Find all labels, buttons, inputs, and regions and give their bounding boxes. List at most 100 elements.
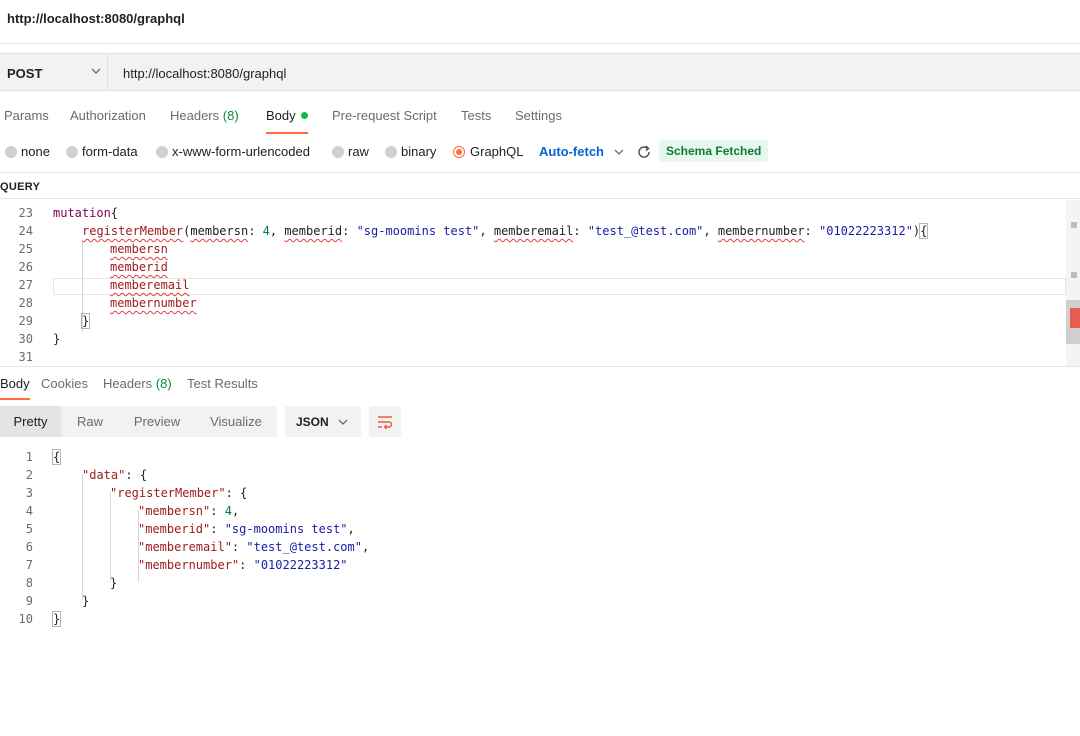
tab-settings-label: Settings xyxy=(515,108,562,123)
radio-form-data[interactable] xyxy=(66,146,78,158)
code-line: mutation{ xyxy=(53,206,118,220)
line-number: 6 xyxy=(25,540,33,554)
tab-pre-request-script[interactable]: Pre-request Script xyxy=(332,108,437,123)
arg-token: membersn xyxy=(190,224,249,238)
radio-urlencoded[interactable] xyxy=(156,146,168,158)
radio-binary[interactable] xyxy=(385,146,397,158)
json-brace: { xyxy=(139,468,148,482)
tab-cookies[interactable]: Cookies xyxy=(41,376,88,391)
tab-test-results[interactable]: Test Results xyxy=(187,376,258,391)
view-raw-button[interactable]: Raw xyxy=(61,406,119,437)
arg-token: membernumber xyxy=(717,224,805,238)
format-select[interactable]: JSON xyxy=(285,406,361,437)
line-number: 26 xyxy=(18,260,33,274)
tab-authorization[interactable]: Authorization xyxy=(70,108,146,123)
error-marker xyxy=(1070,308,1080,328)
response-headers-count: (8) xyxy=(155,376,172,391)
tab-tests-label: Tests xyxy=(461,108,492,123)
json-key: "membersn" xyxy=(138,504,211,518)
window-title: http://localhost:8080/graphql xyxy=(7,11,185,26)
tab-body[interactable]: Body xyxy=(266,108,308,134)
body-type-options: none form-data x-www-form-urlencoded raw… xyxy=(0,138,1080,166)
line-number: 25 xyxy=(18,242,33,256)
code-line: } xyxy=(80,313,91,329)
refresh-icon[interactable] xyxy=(636,144,652,160)
radio-raw-label[interactable]: raw xyxy=(348,144,369,159)
keyword-token: mutation xyxy=(53,206,111,220)
json-key: "memberemail" xyxy=(138,540,232,554)
tab-response-headers-label: Headers xyxy=(103,376,153,391)
json-line: "membernumber": "01022223312" xyxy=(138,558,348,572)
auto-fetch-toggle[interactable]: Auto-fetch xyxy=(539,144,604,159)
view-preview-button[interactable]: Preview xyxy=(119,406,195,437)
line-number: 10 xyxy=(18,612,33,626)
tab-test-results-label: Test Results xyxy=(187,376,258,391)
json-string: "test_@test.com" xyxy=(246,540,362,554)
tab-cookies-label: Cookies xyxy=(41,376,88,391)
line-number: 8 xyxy=(25,576,33,590)
current-line-highlight xyxy=(53,278,1066,295)
json-string: "sg-moomins test" xyxy=(224,522,348,536)
active-tab-underline xyxy=(266,132,308,134)
line-number: 9 xyxy=(25,594,33,608)
scroll-marker xyxy=(1071,272,1077,278)
tab-settings[interactable]: Settings xyxy=(515,108,562,123)
code-line: membersn xyxy=(110,242,168,256)
radio-graphql-label[interactable]: GraphQL xyxy=(470,144,523,159)
tab-params[interactable]: Params xyxy=(4,108,49,123)
line-number: 28 xyxy=(18,296,33,310)
editor-scrollbar[interactable] xyxy=(1066,200,1080,366)
json-line: "membersn": 4, xyxy=(138,504,240,518)
query-editor[interactable]: 23 mutation{ 24 registerMember(membersn:… xyxy=(0,200,1080,366)
radio-binary-label[interactable]: binary xyxy=(401,144,436,159)
radio-raw[interactable] xyxy=(332,146,344,158)
query-label: QUERY xyxy=(0,181,41,193)
line-number: 30 xyxy=(18,332,33,346)
method-select[interactable]: POST xyxy=(0,54,108,90)
json-line: "memberemail": "test_@test.com", xyxy=(138,540,370,554)
radio-graphql[interactable] xyxy=(453,146,465,158)
response-body-viewer[interactable]: 1 { 2 "data": { 3 "registerMember": { 4 … xyxy=(0,448,1080,638)
line-number: 2 xyxy=(25,468,33,482)
tab-response-body-label: Body xyxy=(0,376,30,391)
string-token: "01022223312" xyxy=(819,224,913,238)
line-number: 31 xyxy=(18,350,33,364)
radio-urlencoded-label[interactable]: x-www-form-urlencoded xyxy=(172,144,310,159)
view-pretty-button[interactable]: Pretty xyxy=(0,406,61,437)
json-key: "data" xyxy=(82,468,126,482)
chevron-down-icon[interactable] xyxy=(613,146,625,158)
wrap-lines-button[interactable] xyxy=(369,406,401,437)
line-number: 1 xyxy=(25,450,33,464)
json-line: } xyxy=(110,576,118,590)
indent-guide xyxy=(110,492,111,582)
active-tab-underline xyxy=(0,398,30,400)
json-string: "01022223312" xyxy=(253,558,348,572)
chevron-down-icon xyxy=(91,68,101,74)
code-line: memberid xyxy=(110,260,168,274)
radio-form-data-label[interactable]: form-data xyxy=(82,144,138,159)
json-line: "registerMember": { xyxy=(110,486,248,500)
url-input[interactable]: http://localhost:8080/graphql xyxy=(123,66,286,81)
json-line: } xyxy=(82,594,90,608)
radio-none[interactable] xyxy=(5,146,17,158)
indent-guide xyxy=(82,474,83,600)
tab-tests[interactable]: Tests xyxy=(461,108,491,123)
format-label: JSON xyxy=(296,415,329,429)
query-section-header: QUERY xyxy=(0,172,1080,199)
chevron-down-icon xyxy=(338,419,348,425)
headers-count: (8) xyxy=(222,108,239,123)
tab-params-label: Params xyxy=(4,108,49,123)
tab-response-headers[interactable]: Headers (8) xyxy=(103,376,172,391)
line-number: 5 xyxy=(25,522,33,536)
code-line: } xyxy=(53,332,61,346)
radio-none-label[interactable]: none xyxy=(21,144,50,159)
json-brace: { xyxy=(240,486,248,500)
tab-headers[interactable]: Headers (8) xyxy=(170,108,239,123)
arg-token: memberid xyxy=(284,224,343,238)
tab-response-body[interactable]: Body xyxy=(0,376,30,400)
json-line: "data": { xyxy=(82,468,148,482)
tab-headers-label: Headers xyxy=(170,108,220,123)
line-number: 7 xyxy=(25,558,33,572)
view-mode-segmented: Pretty Raw Preview Visualize xyxy=(0,406,277,437)
view-visualize-button[interactable]: Visualize xyxy=(195,406,277,437)
